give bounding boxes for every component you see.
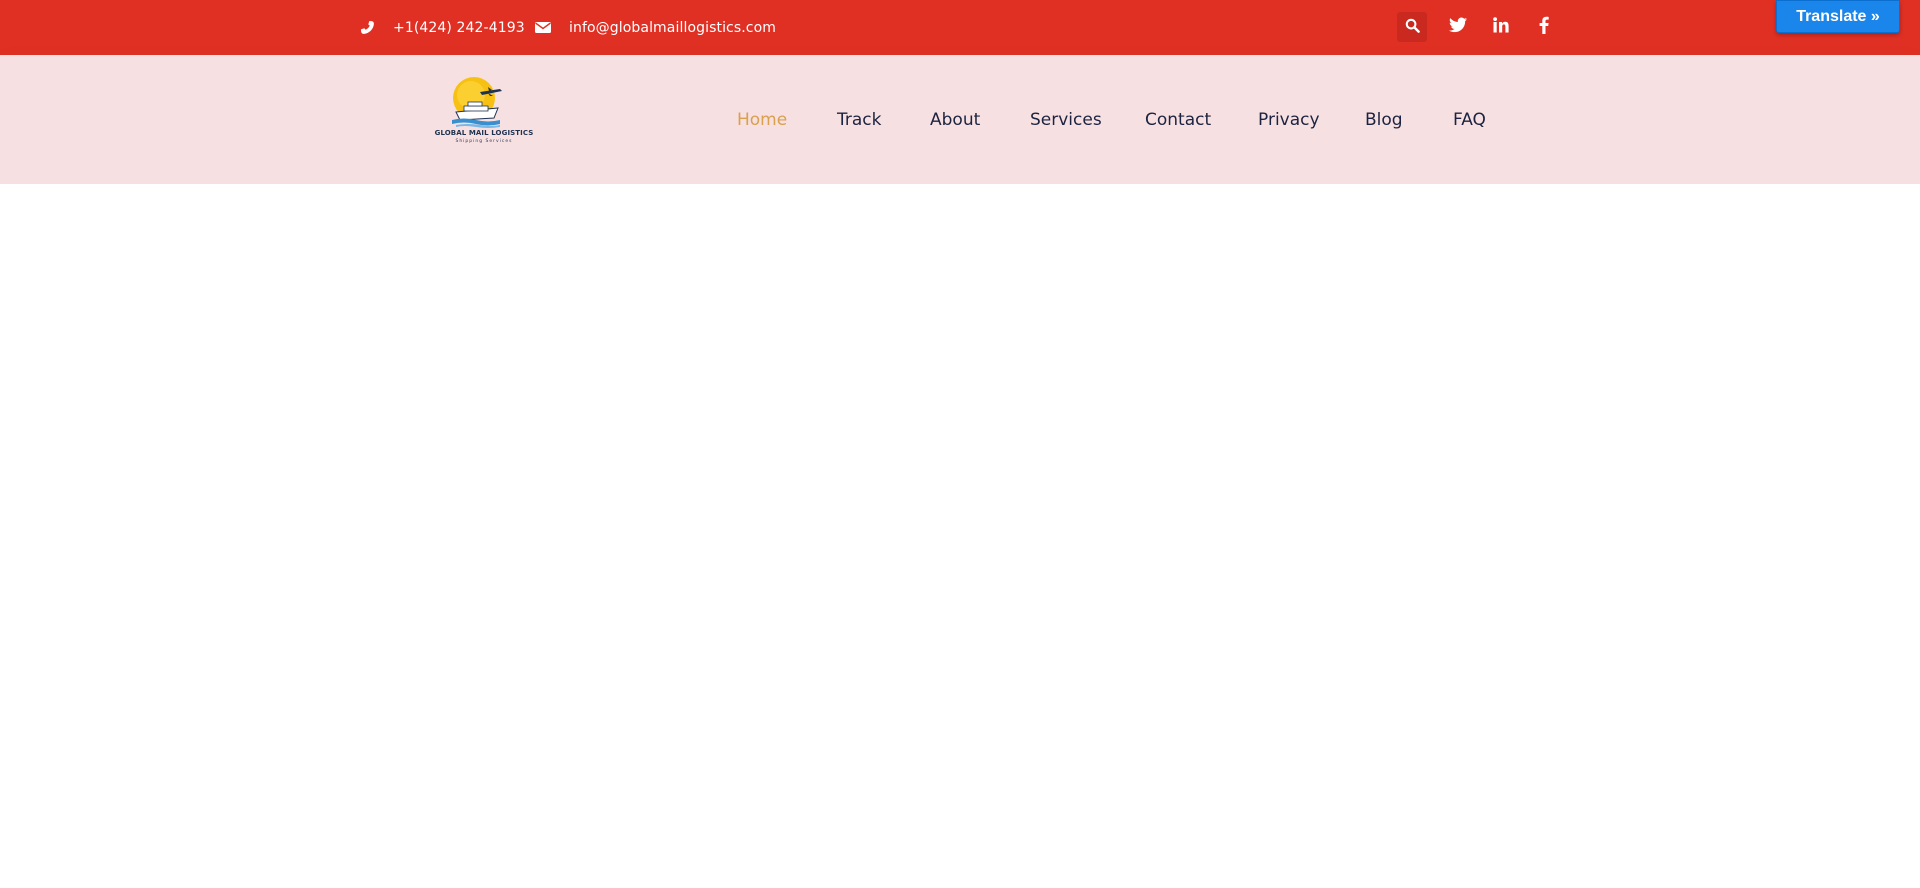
facebook-link[interactable] (1532, 15, 1556, 39)
email-contact[interactable]: info@globalmaillogistics.com (535, 0, 776, 55)
logo-subtitle: Shipping Services (455, 139, 513, 144)
nav-track[interactable]: Track (837, 55, 881, 184)
nav-privacy[interactable]: Privacy (1258, 55, 1320, 184)
envelope-icon (535, 20, 551, 36)
facebook-icon (1539, 16, 1549, 38)
search-icon (1405, 18, 1420, 37)
nav-about[interactable]: About (930, 55, 980, 184)
phone-contact[interactable]: +1(424) 242-4193 (359, 0, 525, 55)
nav-contact[interactable]: Contact (1145, 55, 1211, 184)
nav-home[interactable]: Home (737, 55, 787, 184)
search-button[interactable] (1397, 12, 1427, 42)
nav-blog[interactable]: Blog (1365, 55, 1403, 184)
logo-title: GLOBAL MAIL LOGISTICS (434, 129, 534, 137)
logo-graphic (452, 77, 502, 128)
linkedin-icon (1493, 17, 1509, 37)
phone-icon (359, 20, 375, 36)
twitter-icon (1449, 17, 1467, 37)
linkedin-link[interactable] (1489, 15, 1513, 39)
top-bar: +1(424) 242-4193 info@globalmaillogistic… (0, 0, 1920, 55)
email-address: info@globalmaillogistics.com (569, 19, 776, 36)
main-content (0, 184, 1920, 888)
twitter-link[interactable] (1446, 15, 1470, 39)
translate-button[interactable]: Translate » (1776, 0, 1900, 33)
phone-number: +1(424) 242-4193 (393, 19, 525, 36)
site-logo[interactable]: GLOBAL MAIL LOGISTICS Shipping Services (434, 76, 534, 166)
nav-services[interactable]: Services (1030, 55, 1102, 184)
nav-faq[interactable]: FAQ (1453, 55, 1486, 184)
